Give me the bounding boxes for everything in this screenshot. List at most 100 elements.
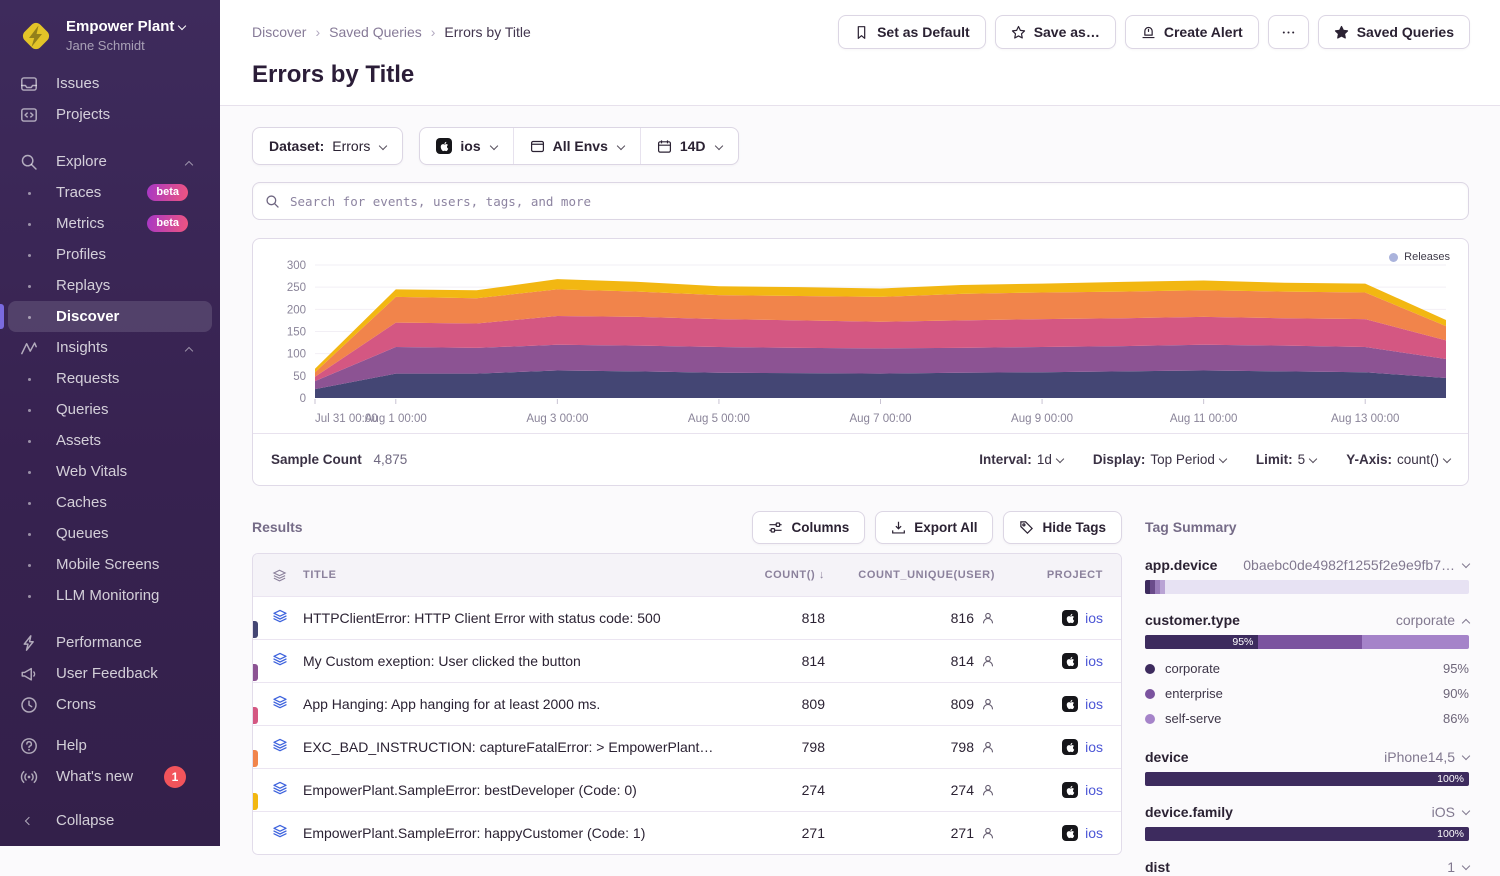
megaphone-icon: [20, 665, 38, 683]
sidebar-item-requests[interactable]: Requests: [8, 363, 212, 394]
sidebar-item-replays[interactable]: Replays: [8, 270, 212, 301]
sidebar-item-user-feedback[interactable]: User Feedback: [8, 658, 212, 689]
hide-tags-button[interactable]: Hide Tags: [1003, 511, 1122, 544]
tag-section-header[interactable]: app.device 0baebc0de4982f1255f2e9e9fb7…: [1145, 556, 1469, 574]
sidebar-collapse: Collapse: [8, 805, 212, 836]
tag-distribution-bar[interactable]: 100%: [1145, 772, 1469, 786]
error-title-link[interactable]: EXC_BAD_INSTRUCTION: captureFatalError: …: [303, 739, 715, 755]
tag-distribution-bar[interactable]: [1145, 580, 1469, 594]
error-title-link[interactable]: HTTPClientError: HTTP Client Error with …: [303, 610, 715, 626]
breadcrumb-discover[interactable]: Discover: [252, 24, 306, 40]
sidebar-item-metrics[interactable]: Metricsbeta: [8, 208, 212, 239]
svg-text:250: 250: [287, 282, 306, 294]
tag-bar-segment: 100%: [1145, 827, 1469, 841]
tag-section-header[interactable]: device iPhone14,5: [1145, 748, 1469, 766]
tag-section-header[interactable]: dist 1: [1145, 858, 1469, 876]
tag-distribution-bar[interactable]: 95%: [1145, 635, 1469, 649]
sidebar-item-performance[interactable]: Performance: [8, 627, 212, 658]
tag-legend-row[interactable]: enterprise 90%: [1145, 681, 1469, 706]
project-link[interactable]: ios: [1085, 782, 1103, 798]
sidebar-gap: [8, 130, 212, 146]
column-title[interactable]: TITLE: [303, 569, 715, 581]
columns-button[interactable]: Columns: [752, 511, 865, 544]
breadcrumb-saved-queries[interactable]: Saved Queries: [329, 24, 422, 40]
chart-card: Releases 050100150200250300Jul 31 00:00A…: [252, 238, 1469, 486]
chevron-down-icon: [714, 142, 722, 150]
sidebar-item-insights[interactable]: Insights: [8, 332, 212, 363]
org-header[interactable]: Empower Plant Jane Schmidt: [0, 0, 220, 60]
svg-text:50: 50: [293, 371, 306, 383]
tag-icon: [1019, 520, 1034, 535]
sidebar-item-help[interactable]: Help: [8, 730, 212, 761]
error-title-link[interactable]: App Hanging: App hanging for at least 20…: [303, 696, 715, 712]
whats-new-count-badge: 1: [164, 766, 186, 788]
project-link[interactable]: ios: [1085, 739, 1103, 755]
interval-selector[interactable]: Interval:1d: [979, 452, 1063, 467]
sidebar-item-what-s-new[interactable]: What's new1: [8, 761, 212, 792]
column-count[interactable]: COUNT() ↓: [715, 569, 825, 581]
table-row: EmpowerPlant.SampleError: bestDeveloper …: [253, 768, 1121, 811]
yaxis-selector[interactable]: Y-Axis:count(): [1346, 452, 1450, 467]
save-as-button[interactable]: Save as…: [995, 15, 1116, 49]
error-title-link[interactable]: EmpowerPlant.SampleError: bestDeveloper …: [303, 782, 715, 798]
more-options-button[interactable]: [1268, 15, 1309, 49]
column-project[interactable]: PROJECT: [995, 569, 1103, 581]
chevron-down-icon[interactable]: [1463, 556, 1469, 574]
apple-ios-icon: [1062, 739, 1078, 755]
sidebar-item-issues[interactable]: Issues: [8, 68, 212, 99]
search-input[interactable]: [288, 193, 1456, 210]
dataset-selector[interactable]: Dataset: Errors: [252, 127, 403, 165]
sidebar-item-projects[interactable]: Projects: [8, 99, 212, 130]
tag-distribution-bar[interactable]: 100%: [1145, 827, 1469, 841]
project-link[interactable]: ios: [1085, 696, 1103, 712]
tag-section-device: device iPhone14,5 100%: [1145, 748, 1469, 786]
export-all-button[interactable]: Export All: [875, 511, 993, 544]
sidebar-item-explore[interactable]: Explore: [8, 146, 212, 177]
limit-selector[interactable]: Limit:5: [1256, 452, 1316, 467]
sidebar-item-caches[interactable]: Caches: [8, 487, 212, 518]
chevron-down-icon[interactable]: [1463, 748, 1469, 766]
apple-ios-icon: [1062, 782, 1078, 798]
sidebar-item-profiles[interactable]: Profiles: [8, 239, 212, 270]
sidebar-item-assets[interactable]: Assets: [8, 425, 212, 456]
project-link[interactable]: ios: [1085, 653, 1103, 669]
column-count-unique[interactable]: COUNT_UNIQUE(USER): [825, 569, 995, 581]
chevron-down-icon[interactable]: [1463, 803, 1469, 821]
set-as-default-button[interactable]: Set as Default: [838, 15, 986, 49]
tag-legend-row[interactable]: self-serve 86%: [1145, 706, 1469, 731]
project-link[interactable]: ios: [1085, 825, 1103, 841]
sidebar-item-queues[interactable]: Queues: [8, 518, 212, 549]
sidebar-item-crons[interactable]: Crons: [8, 689, 212, 720]
tag-section-header[interactable]: device.family iOS: [1145, 803, 1469, 821]
project-cell: ios: [995, 739, 1103, 755]
error-title-link[interactable]: My Custom exeption: User clicked the but…: [303, 653, 715, 669]
date-range-selector[interactable]: 14D: [640, 128, 738, 164]
collapse-button[interactable]: Collapse: [8, 805, 212, 836]
error-title-link[interactable]: EmpowerPlant.SampleError: happyCustomer …: [303, 825, 715, 841]
chevron-down-icon[interactable]: [1463, 858, 1469, 876]
saved-queries-button[interactable]: Saved Queries: [1318, 15, 1470, 49]
create-alert-button[interactable]: Create Alert: [1125, 15, 1259, 49]
table-header: TITLE COUNT() ↓ COUNT_UNIQUE(USER) PROJE…: [253, 554, 1121, 596]
chevron-up-icon[interactable]: [1463, 611, 1469, 629]
tag-section-header[interactable]: customer.type corporate: [1145, 611, 1469, 629]
sidebar-item-queries[interactable]: Queries: [8, 394, 212, 425]
chevron-down-icon: [617, 142, 625, 150]
apple-ios-icon: [1062, 696, 1078, 712]
sidebar-item-web-vitals[interactable]: Web Vitals: [8, 456, 212, 487]
environment-selector[interactable]: All Envs: [513, 128, 640, 164]
sidebar-item-mobile-screens[interactable]: Mobile Screens: [8, 549, 212, 580]
series-color-chip: [253, 621, 258, 638]
display-selector[interactable]: Display:Top Period: [1093, 452, 1226, 467]
chart-legend[interactable]: Releases: [1389, 251, 1450, 263]
project-selector[interactable]: ios: [420, 128, 512, 164]
sidebar-item-traces[interactable]: Tracesbeta: [8, 177, 212, 208]
main-area: Discover›Saved Queries›Errors by Title S…: [220, 0, 1500, 846]
project-link[interactable]: ios: [1085, 610, 1103, 626]
sidebar-item-llm-monitoring[interactable]: LLM Monitoring: [8, 580, 212, 611]
siren-icon: [1141, 25, 1156, 40]
sample-count-label: Sample Count: [271, 452, 362, 467]
tag-legend-row[interactable]: corporate 95%: [1145, 656, 1469, 681]
tag-name: device.family: [1145, 804, 1233, 820]
sidebar-item-discover[interactable]: Discover: [8, 301, 212, 332]
